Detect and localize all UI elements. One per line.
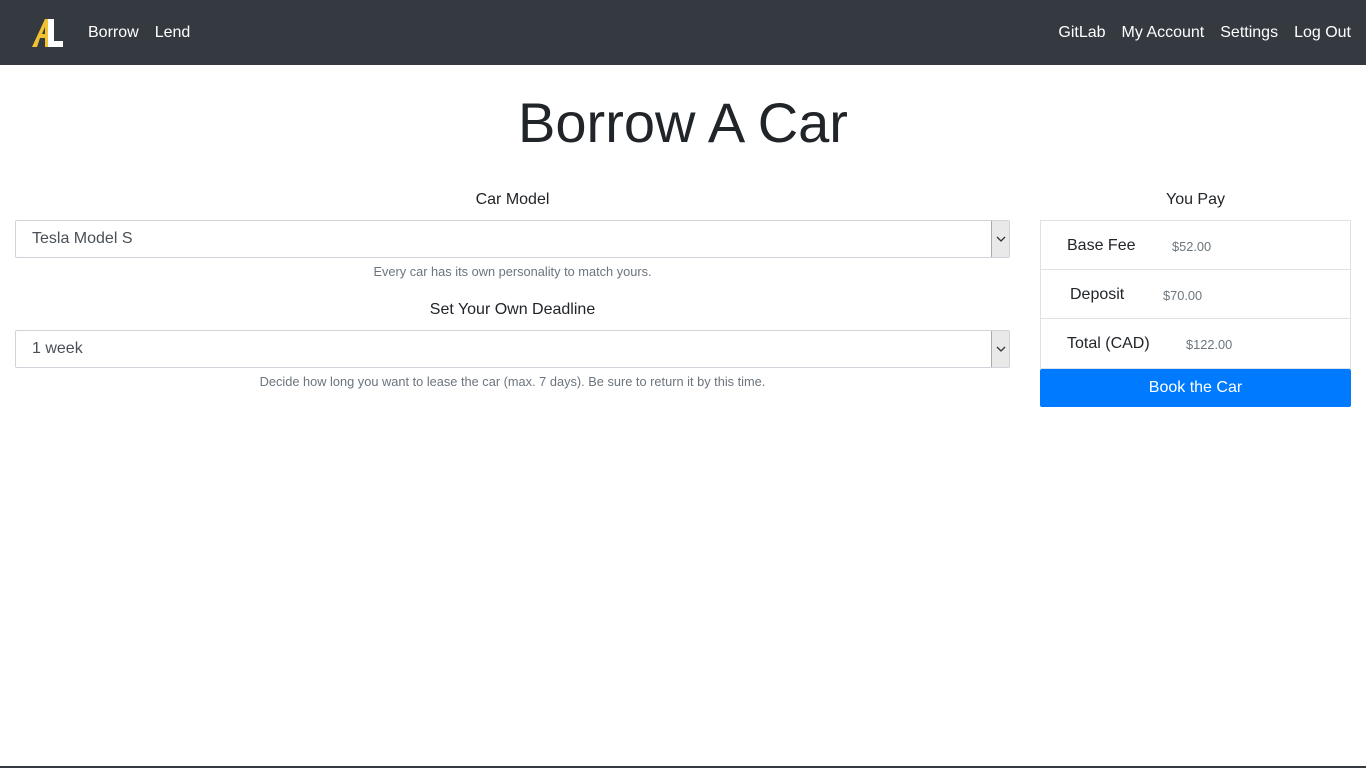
pay-list: Base Fee $52.00 Deposit $70.00 Total (CA… xyxy=(1040,220,1351,369)
pay-value: $122.00 xyxy=(1186,337,1233,352)
navbar: Borrow Lend GitLab My Account Settings L… xyxy=(0,0,1366,65)
al-logo-icon xyxy=(32,19,63,47)
nav-left: Borrow Lend xyxy=(88,0,206,65)
deadline-select[interactable]: 1 week xyxy=(15,330,1010,368)
nav-link-lend[interactable]: Lend xyxy=(155,23,191,43)
nav-link-borrow[interactable]: Borrow xyxy=(88,23,139,43)
nav-link-log-out[interactable]: Log Out xyxy=(1294,23,1351,43)
deadline-help: Decide how long you want to lease the ca… xyxy=(259,374,766,389)
pay-item-deposit: Deposit $70.00 xyxy=(1041,270,1350,319)
pay-value: $52.00 xyxy=(1172,239,1212,254)
nav-link-settings[interactable]: Settings xyxy=(1220,23,1278,43)
deadline-group: Set Your Own Deadline 1 week Decide how … xyxy=(15,298,1010,391)
car-model-value: Tesla Model S xyxy=(32,230,133,247)
borrow-form: Car Model Tesla Model S Every car has it… xyxy=(15,188,1010,391)
nav-link-my-account[interactable]: My Account xyxy=(1122,23,1205,43)
brand-logo[interactable] xyxy=(32,16,66,50)
page-title: Borrow A Car xyxy=(518,91,848,154)
nav-link-gitlab[interactable]: GitLab xyxy=(1058,23,1105,43)
book-car-button[interactable]: Book the Car xyxy=(1040,369,1351,407)
car-model-group: Car Model Tesla Model S Every car has it… xyxy=(15,188,1010,281)
deadline-label: Set Your Own Deadline xyxy=(429,301,596,318)
car-model-label: Car Model xyxy=(475,191,550,208)
payment-summary: You Pay Base Fee $52.00 Deposit $70.00 T… xyxy=(1040,188,1351,407)
pay-item-total: Total (CAD) $122.00 xyxy=(1041,319,1350,368)
nav-right: GitLab My Account Settings Log Out xyxy=(1058,0,1366,65)
pay-label: Deposit xyxy=(1070,286,1125,303)
car-model-help: Every car has its own personality to mat… xyxy=(373,264,652,279)
car-model-select[interactable]: Tesla Model S xyxy=(15,220,1010,258)
deadline-value: 1 week xyxy=(32,340,83,357)
pay-label: Base Fee xyxy=(1067,237,1136,254)
pay-value: $70.00 xyxy=(1163,288,1203,303)
pay-label: Total (CAD) xyxy=(1067,335,1150,352)
pay-item-base-fee: Base Fee $52.00 xyxy=(1041,221,1350,270)
chevron-down-icon[interactable] xyxy=(991,221,1009,257)
chevron-down-icon[interactable] xyxy=(991,331,1009,367)
pay-title: You Pay xyxy=(1165,191,1225,208)
